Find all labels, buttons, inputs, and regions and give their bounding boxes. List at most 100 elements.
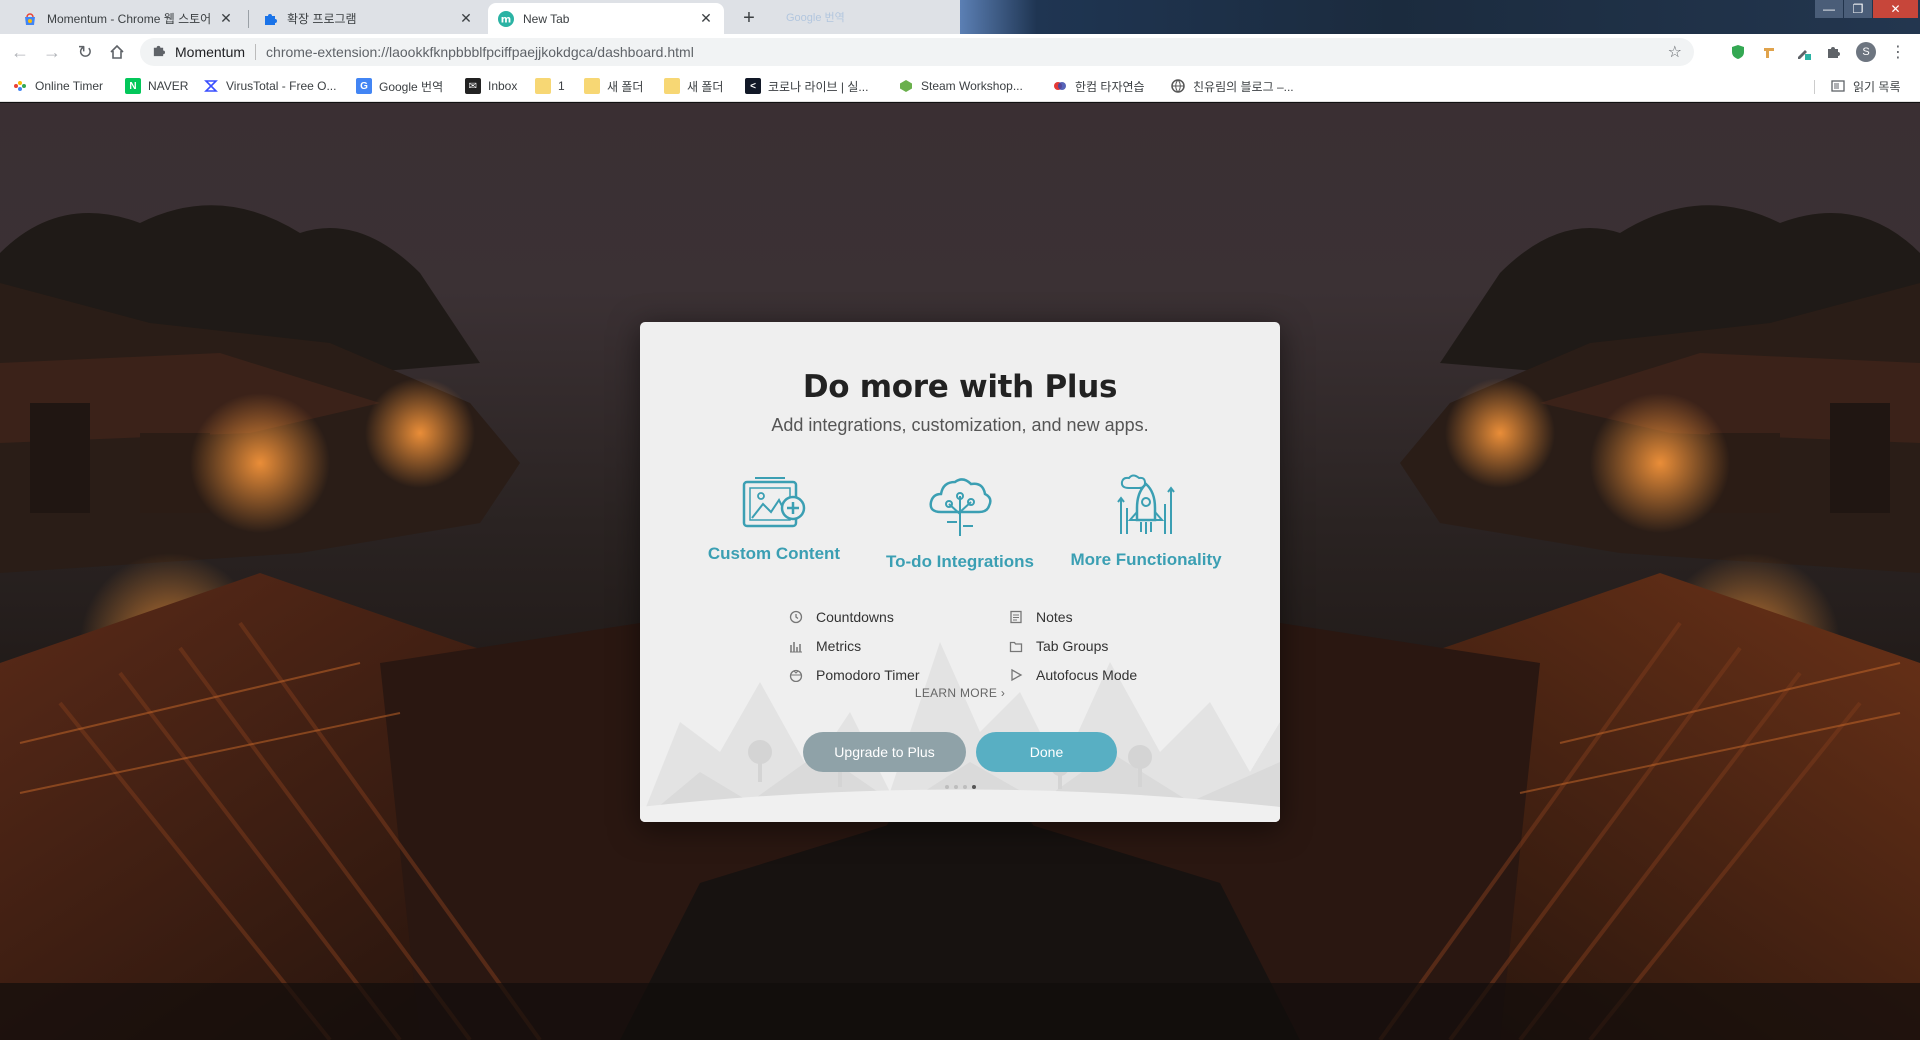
done-button[interactable]: Done	[976, 732, 1117, 772]
bookmark-google-translate[interactable]: G Google 번역	[356, 76, 443, 96]
page-dot[interactable]	[953, 785, 958, 789]
learn-more-link[interactable]: LEARN MORE ›	[640, 686, 1280, 700]
extensions-menu-icon[interactable]	[1823, 42, 1843, 62]
bookmark-label: 새 폴더	[687, 79, 724, 94]
modal-title: Do more with Plus	[802, 369, 1118, 405]
online-timer-icon	[12, 78, 28, 94]
tab-title: New Tab	[523, 11, 570, 26]
corona-live-icon: <	[745, 78, 761, 94]
page-dot[interactable]	[962, 785, 967, 789]
omnibox-divider	[255, 44, 257, 60]
back-arrow-icon: ←	[11, 41, 29, 62]
tab-momentum-webstore[interactable]: Momentum - Chrome 웹 스토어 ✕	[12, 3, 244, 34]
new-tab-button[interactable]: +	[736, 5, 762, 31]
chevron-right-icon: ›	[1000, 686, 1006, 700]
pomodoro-icon	[788, 667, 804, 683]
shield-extension-icon[interactable]	[1728, 42, 1748, 62]
bookmark-label: 새 폴더	[607, 79, 644, 94]
tab-close-icon[interactable]: ✕	[458, 10, 474, 27]
bookmark-folder-1[interactable]: 1	[535, 76, 565, 96]
notes-icon	[1008, 609, 1024, 625]
bookmark-inbox[interactable]: ✉ Inbox	[465, 76, 517, 96]
virustotal-icon	[203, 78, 219, 94]
eyedropper-extension-icon[interactable]	[1793, 42, 1813, 62]
puzzle-icon	[262, 11, 278, 27]
bookmarks-bar: Online Timer N NAVER VirusTotal - Free O…	[0, 70, 1920, 102]
kebab-menu-icon[interactable]: ⋮	[1888, 42, 1908, 62]
bookmark-folder-new-1[interactable]: 새 폴더	[584, 76, 643, 96]
bookmark-hancom-typing[interactable]: 한컴 타자연습	[1052, 76, 1145, 96]
extension-puzzle-icon	[152, 44, 165, 60]
bookmark-online-timer[interactable]: Online Timer	[12, 76, 103, 96]
bookmark-label: Inbox	[488, 79, 518, 93]
address-bar[interactable]: Momentum chrome-extension://laookkfknpbb…	[140, 38, 1694, 66]
feature-todo-integrations: To-do Integrations	[865, 474, 1055, 572]
restore-icon: ❐	[1852, 2, 1864, 16]
browser-toolbar: ← → ↻ Momentum chrome-extension://laookk…	[0, 34, 1920, 70]
profile-avatar[interactable]: S	[1856, 42, 1876, 62]
tab-groups-icon	[1008, 638, 1024, 654]
ghost-tab-title: Google 번역	[786, 12, 845, 24]
back-button[interactable]: ←	[10, 42, 30, 62]
list-item-notes: Notes	[1008, 602, 1137, 631]
reload-button[interactable]: ↻	[75, 42, 95, 62]
whale-extension-icon[interactable]	[1759, 42, 1779, 62]
modal-subtitle: Add integrations, customization, and new…	[771, 415, 1149, 435]
bookmark-label: 한컴 타자연습	[1075, 79, 1145, 94]
home-button[interactable]	[107, 42, 127, 62]
folder-icon	[584, 78, 600, 94]
tab-close-icon[interactable]: ✕	[698, 10, 714, 27]
folder-icon	[664, 78, 680, 94]
background-window-tab: Google 번역	[778, 6, 958, 28]
tab-strip: Momentum - Chrome 웹 스토어 ✕ 확장 프로그램 ✕ m Ne…	[0, 0, 1920, 34]
close-icon: ✕	[1890, 2, 1901, 16]
feature-more-functionality: More Functionality	[1051, 474, 1241, 570]
forward-button[interactable]: →	[42, 42, 62, 62]
home-icon	[110, 44, 124, 59]
metrics-icon	[788, 638, 804, 654]
tab-title: Momentum - Chrome 웹 스토어	[47, 12, 212, 26]
list-item-autofocus: Autofocus Mode	[1008, 660, 1137, 689]
blog-icon	[1170, 78, 1186, 94]
bookmark-label: Steam Workshop...	[921, 79, 1023, 93]
bookmark-label: 1	[558, 79, 565, 93]
naver-icon: N	[125, 78, 141, 94]
steam-workshop-icon	[898, 78, 914, 94]
bookmark-star-icon[interactable]: ☆	[1668, 42, 1682, 62]
autofocus-icon	[1008, 667, 1024, 683]
tab-new-tab[interactable]: m New Tab ✕	[488, 3, 724, 34]
list-item-label: Pomodoro Timer	[816, 666, 920, 683]
mountain-illustration	[640, 642, 1280, 822]
page-dot[interactable]	[944, 785, 949, 789]
custom-content-icon	[742, 477, 806, 528]
learn-more-label: LEARN MORE	[914, 686, 998, 700]
tab-close-icon[interactable]: ✕	[218, 10, 234, 27]
reload-icon: ↻	[77, 41, 93, 62]
tab-extensions[interactable]: 확장 프로그램 ✕	[252, 3, 484, 34]
countdown-icon	[788, 609, 804, 625]
maximize-button[interactable]: ❐	[1844, 0, 1872, 18]
svg-text:m: m	[501, 14, 511, 25]
bookmark-folder-new-2[interactable]: 새 폴더	[664, 76, 723, 96]
list-item-countdowns: Countdowns	[788, 602, 919, 631]
bookmark-blog[interactable]: 친유림의 블로그 –...	[1170, 76, 1294, 96]
minimize-button[interactable]: —	[1815, 0, 1843, 18]
bookmarks-separator	[1814, 80, 1815, 94]
plus-icon: +	[743, 6, 755, 29]
reading-list-icon	[1830, 78, 1846, 94]
inbox-icon: ✉	[465, 78, 481, 94]
bookmark-naver[interactable]: N NAVER	[125, 76, 188, 96]
bookmark-steam-workshop[interactable]: Steam Workshop...	[898, 76, 1023, 96]
close-window-button[interactable]: ✕	[1873, 0, 1918, 18]
reading-list-button[interactable]: 읽기 목록	[1830, 76, 1901, 96]
upgrade-to-plus-button[interactable]: Upgrade to Plus	[803, 732, 966, 772]
hancom-typing-icon	[1052, 78, 1068, 94]
plus-feature-list-right: Notes Tab Groups Autofocus Mode	[1008, 602, 1137, 689]
list-item-label: Tab Groups	[1036, 637, 1109, 654]
page-dot-active[interactable]	[971, 785, 976, 789]
url-text: chrome-extension://laookkfknpbbblfpciffp…	[266, 44, 694, 60]
feature-label: More Functionality	[1070, 550, 1222, 569]
bookmark-corona-live[interactable]: < 코로나 라이브 | 실...	[745, 76, 868, 96]
bookmark-virustotal[interactable]: VirusTotal - Free O...	[203, 76, 336, 96]
more-functionality-icon	[1117, 474, 1175, 534]
